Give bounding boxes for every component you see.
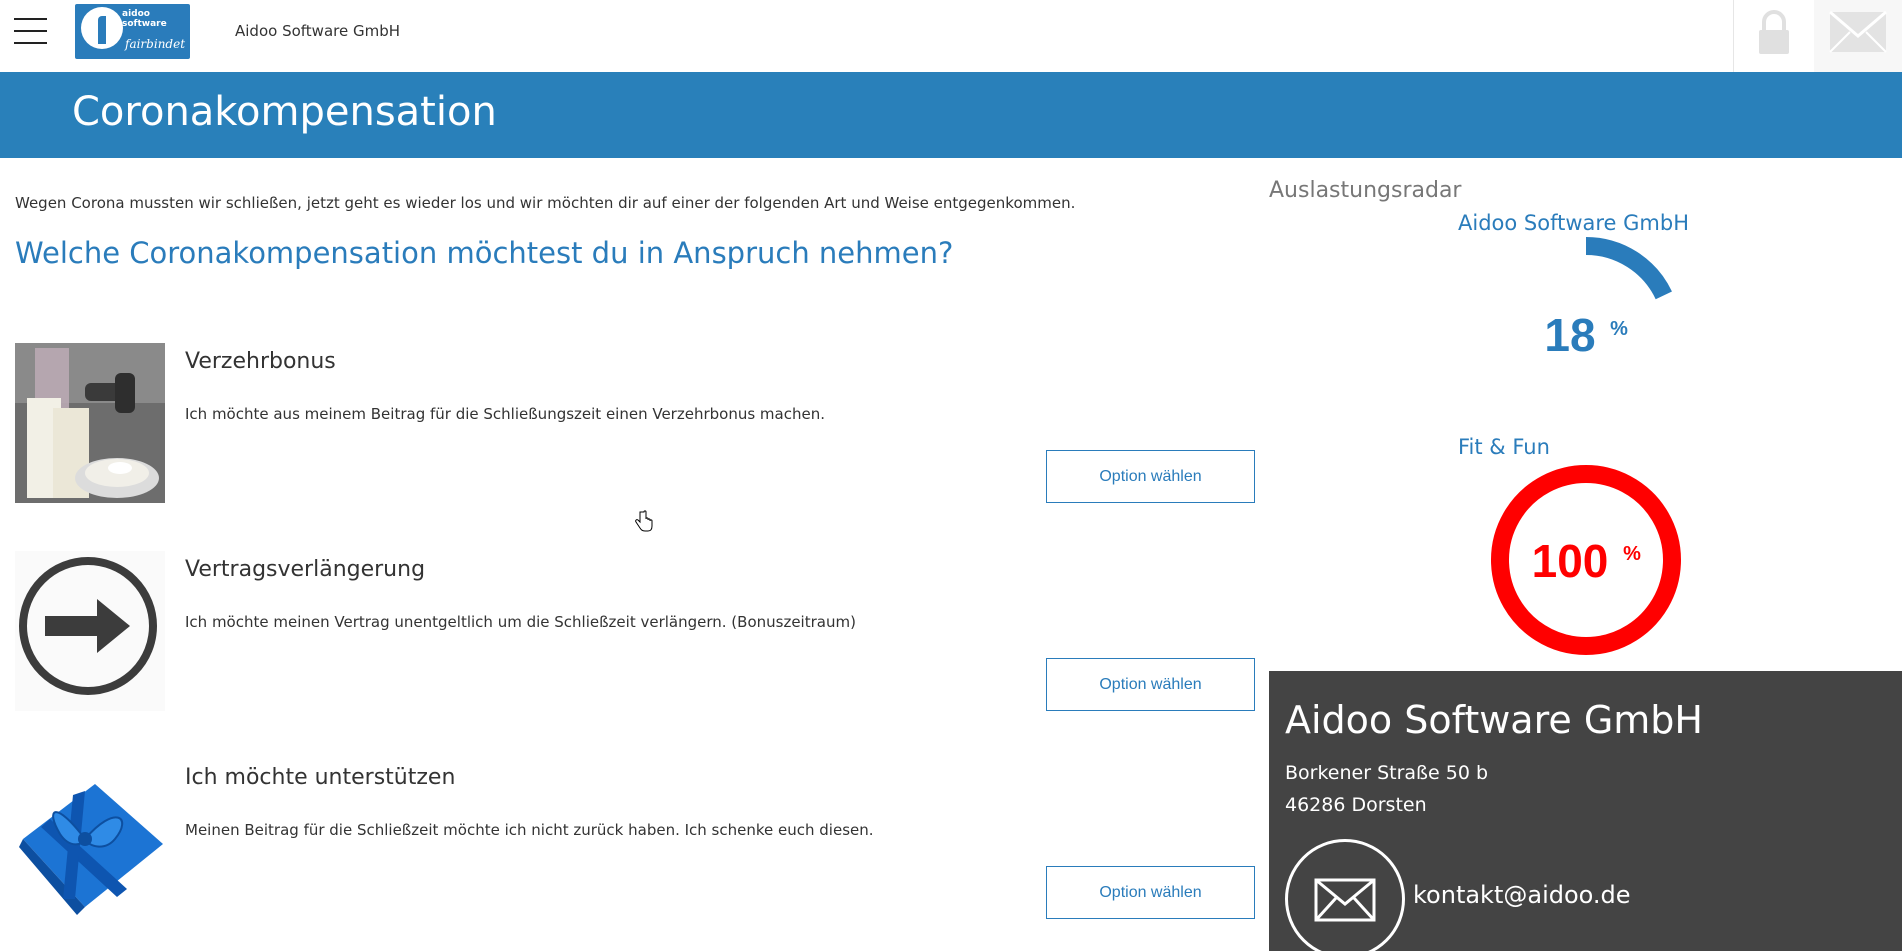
logo-mark-icon bbox=[81, 7, 123, 49]
gym-name: Fit & Fun bbox=[1458, 435, 1550, 459]
gauge-value: 18 bbox=[1544, 309, 1595, 361]
mail-button[interactable] bbox=[1814, 0, 1902, 72]
choose-option-button[interactable]: Option wählen bbox=[1046, 866, 1255, 919]
logo-text-line3: fairbindet bbox=[125, 37, 186, 51]
contact-city: 46286 Dorsten bbox=[1285, 794, 1427, 816]
lock-icon bbox=[1759, 10, 1789, 54]
page-title: Coronakompensation bbox=[72, 89, 497, 135]
gauge-value: 100 bbox=[1532, 535, 1609, 587]
gauge-arc bbox=[1585, 237, 1672, 300]
company-logo[interactable]: aidoo software fairbindet bbox=[75, 4, 190, 59]
radar-title: Auslastungsradar bbox=[1269, 178, 1462, 203]
option-title: Verzehrbonus bbox=[185, 349, 336, 374]
intro-text: Wegen Corona mussten wir schließen, jetz… bbox=[15, 194, 1076, 212]
contact-street: Borkener Straße 50 b bbox=[1285, 762, 1489, 784]
envelope-icon bbox=[1829, 10, 1887, 53]
gauge-unit: % bbox=[1623, 543, 1641, 565]
question-heading: Welche Coronakompensation möchtest du in… bbox=[15, 236, 954, 270]
hand-cursor-icon bbox=[635, 510, 653, 532]
contact-name: Aidoo Software GmbH bbox=[1285, 698, 1703, 742]
option-title: Ich möchte unterstützen bbox=[185, 765, 456, 790]
company-name: Aidoo Software GmbH bbox=[235, 22, 400, 40]
login-button[interactable] bbox=[1734, 0, 1814, 72]
option-vertragsverlaengerung: Vertragsverlängerung Ich möchte meinen V… bbox=[15, 551, 1255, 751]
gauge-unit: % bbox=[1610, 318, 1628, 340]
top-bar: aidoo software fairbindet Aidoo Software… bbox=[0, 0, 1902, 72]
logo-text-line2: software bbox=[122, 19, 167, 29]
drinks-image bbox=[15, 343, 165, 503]
arrow-circle-icon bbox=[15, 551, 165, 711]
contact-email-link[interactable]: kontakt@aidoo.de bbox=[1413, 881, 1631, 909]
gift-image bbox=[15, 759, 165, 919]
gauge-fitfun: 100 % bbox=[1491, 465, 1681, 655]
contact-mail-button[interactable] bbox=[1285, 839, 1405, 951]
gauge-aidoo: 18 % bbox=[1544, 237, 1672, 361]
option-description: Ich möchte meinen Vertrag unentgeltlich … bbox=[185, 613, 856, 631]
option-unterstuetzen: Ich möchte unterstützen Meinen Beitrag f… bbox=[15, 759, 1255, 951]
option-description: Ich möchte aus meinem Beitrag für die Sc… bbox=[185, 405, 825, 423]
choose-option-button[interactable]: Option wählen bbox=[1046, 658, 1255, 711]
envelope-icon bbox=[1314, 878, 1376, 922]
logo-text-line1: aidoo bbox=[122, 9, 150, 19]
contact-box: Aidoo Software GmbH Borkener Straße 50 b… bbox=[1269, 671, 1902, 951]
hamburger-menu-icon[interactable] bbox=[14, 18, 47, 46]
option-title: Vertragsverlängerung bbox=[185, 557, 426, 582]
choose-option-button[interactable]: Option wählen bbox=[1046, 450, 1255, 503]
title-band: Coronakompensation bbox=[0, 72, 1902, 158]
option-description: Meinen Beitrag für die Schließzeit möcht… bbox=[185, 821, 874, 839]
